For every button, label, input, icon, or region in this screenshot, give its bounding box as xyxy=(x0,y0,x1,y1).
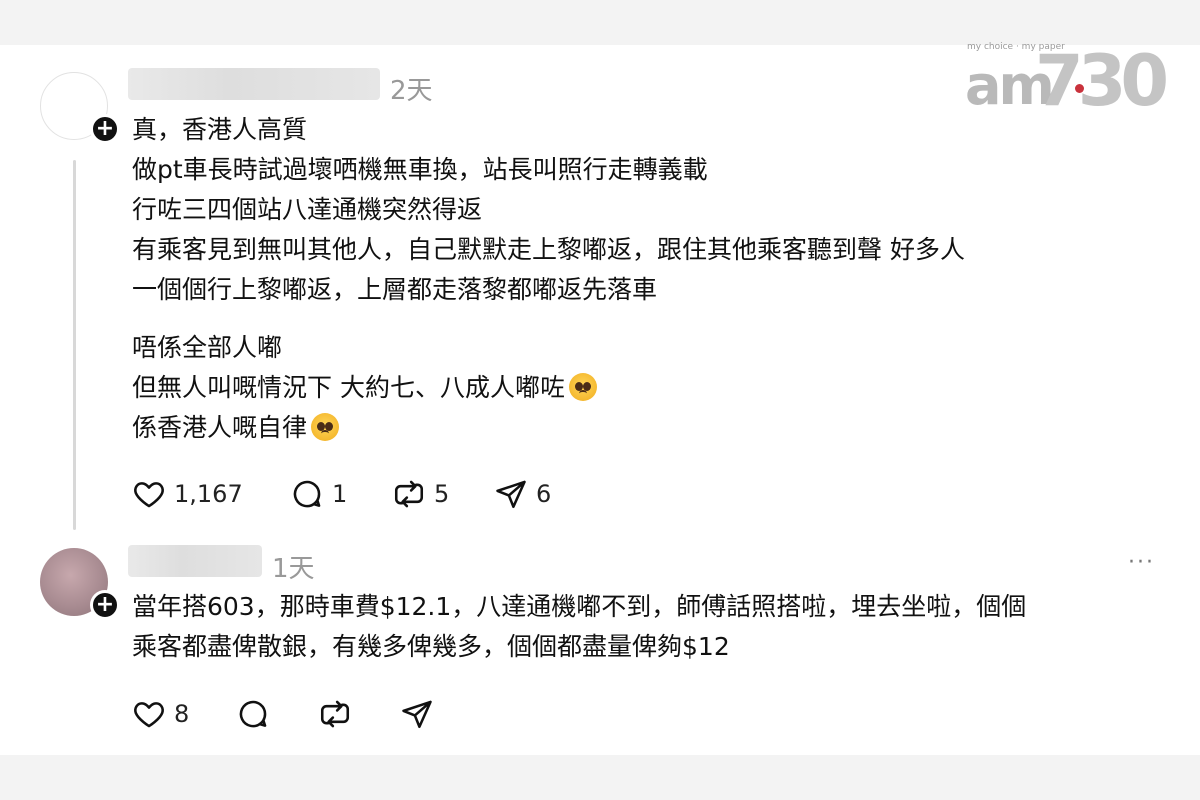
post-1-actions: 1,167 1 5 6 xyxy=(132,474,632,514)
post-text-line-with-emoji: 係香港人嘅自律 xyxy=(132,408,340,448)
am730-logo: my choice · my paper am 730 xyxy=(965,40,1169,122)
heart-icon xyxy=(134,702,164,728)
send-icon xyxy=(402,700,432,729)
send-icon xyxy=(496,480,526,509)
reply-button[interactable] xyxy=(236,694,270,734)
post-text-line: 真，香港人高質 xyxy=(132,115,308,144)
heart-icon xyxy=(134,482,164,508)
post-time: 1天 xyxy=(272,554,315,584)
follow-plus-icon[interactable]: + xyxy=(90,590,120,620)
post-text-line: 有乘客￼見到無叫其他人，自己默默走上黎嘟返，跟住其他乘客￼聽到聲 好多人 xyxy=(132,235,965,264)
follow-plus-icon[interactable]: + xyxy=(90,114,120,144)
post-text-line: 當年搭603，那時車費$12.1，八達通機嘟不到，師傅話照搭啦，埋去坐啦，個個 xyxy=(132,592,1027,621)
post-2-actions: 8 xyxy=(132,694,452,734)
like-count: 8 xyxy=(174,700,190,728)
logo-dot xyxy=(1075,84,1084,93)
pleading-face-emoji xyxy=(568,373,597,401)
pleading-face-emoji xyxy=(311,413,340,441)
share-count: 6 xyxy=(536,480,552,508)
comment-icon xyxy=(239,700,267,728)
post-time: 2天 xyxy=(390,76,433,106)
repost-icon xyxy=(320,700,350,728)
reply-button[interactable]: 1 xyxy=(290,474,347,514)
post-text-line: 一個個行上黎嘟返，上層都走落黎都嘟返先落車 xyxy=(132,275,658,304)
post-text-line: 行咗三四個站八達通機突然得返 xyxy=(132,195,483,224)
reply-count: 1 xyxy=(332,480,348,508)
post-text-line-with-emoji: 但無人叫嘅情況下 大約七、八成人嘟咗 xyxy=(132,368,597,408)
post-text: 係香港人嘅自律 xyxy=(132,413,308,442)
like-button[interactable]: 1,167 xyxy=(132,474,243,514)
post-text-line: 唔係全部人嘟 xyxy=(132,333,283,362)
like-button[interactable]: 8 xyxy=(132,694,189,734)
repost-count: 5 xyxy=(434,480,450,508)
share-button[interactable] xyxy=(400,694,434,734)
repost-button[interactable]: 5 xyxy=(392,474,449,514)
username-redacted[interactable] xyxy=(128,68,380,100)
like-count: 1,167 xyxy=(174,480,243,508)
repost-button[interactable] xyxy=(318,694,352,734)
post-1-avatar[interactable]: + xyxy=(40,72,120,144)
thread-line xyxy=(73,160,76,530)
share-button[interactable]: 6 xyxy=(494,474,551,514)
comment-icon xyxy=(293,480,321,508)
logo-number: 730 xyxy=(1035,40,1169,122)
post-text-line: 做pt車長時試過壞哂機無車換，站長叫照行走轉￼義載 xyxy=(132,155,708,184)
username-redacted[interactable] xyxy=(128,545,262,577)
more-options-icon[interactable]: ··· xyxy=(1128,550,1155,575)
post-text: 但無人叫嘅情況下 大約七、八成人嘟咗 xyxy=(132,373,565,402)
post-2-avatar[interactable]: + xyxy=(40,548,120,620)
repost-icon xyxy=(394,480,424,508)
post-text-line: 乘客都盡俾散銀，有幾多俾幾多，個個都盡量俾夠$12 xyxy=(132,632,730,661)
